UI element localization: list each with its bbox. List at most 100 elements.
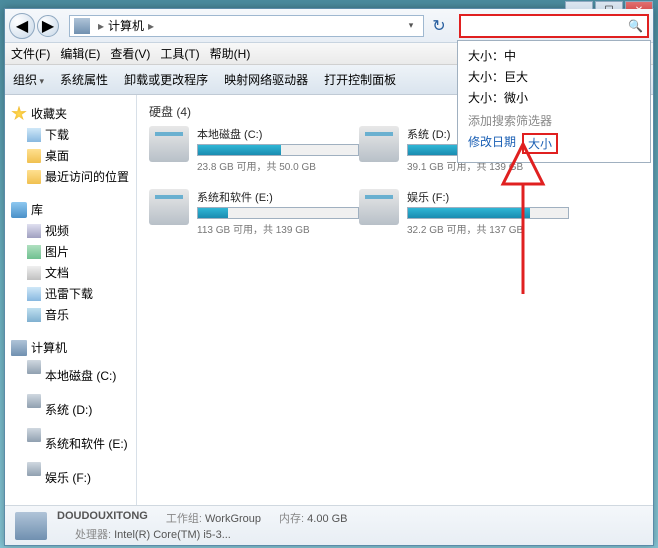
sidebar-item-drive-c[interactable]: 本地磁盘 (C:)	[5, 358, 136, 392]
filter-size[interactable]: 大小	[522, 133, 558, 154]
drive-icon	[149, 189, 189, 225]
sidebar-item-recent[interactable]: 最近访问的位置	[5, 166, 136, 187]
search-suggestion[interactable]: 大小：中	[458, 45, 650, 66]
address-dropdown-icon[interactable]: ▾	[403, 20, 419, 31]
search-filter-row: 修改日期 大小	[458, 131, 650, 158]
document-icon	[27, 266, 41, 280]
drive-name: 系统和软件 (E:)	[197, 189, 359, 205]
drive-usage-bar	[197, 207, 359, 219]
status-workgroup: WorkGroup	[205, 513, 261, 525]
search-input[interactable]	[465, 19, 628, 33]
computer-icon	[74, 18, 90, 34]
back-button[interactable]: ◀	[9, 13, 35, 39]
sidebar-item-xunlei[interactable]: 迅雷下载	[5, 283, 136, 304]
sidebar-item-label: 系统 (D:)	[45, 401, 92, 418]
drive-free-space: 32.2 GB 可用，共 137 GB	[407, 221, 569, 236]
sidebar-head-label: 库	[31, 201, 43, 218]
sidebar-item-label: 下载	[45, 126, 69, 143]
search-icon[interactable]: 🔍	[628, 19, 643, 33]
sidebar-item-drive-e[interactable]: 系统和软件 (E:)	[5, 426, 136, 460]
sidebar-item-music[interactable]: 音乐	[5, 304, 136, 325]
search-suggestion[interactable]: 大小：微小	[458, 87, 650, 108]
sidebar-item-desktop[interactable]: 桌面	[5, 145, 136, 166]
sidebar-item-drive-f[interactable]: 娱乐 (F:)	[5, 460, 136, 494]
drive-item[interactable]: 娱乐 (F:) 32.2 GB 可用，共 137 GB	[359, 189, 569, 236]
computer-icon	[11, 340, 27, 356]
organize-button[interactable]: 组织	[13, 71, 44, 88]
crumb-sep-icon: ▸	[98, 19, 104, 33]
explorer-window: — ☐ ✕ ◀ ▶ ▸ 计算机 ▸ ▾ ↻ 🔍 大小：中 大小：巨大 大小：微小…	[4, 8, 654, 546]
menu-tools[interactable]: 工具(T)	[160, 45, 199, 62]
sidebar-item-label: 最近访问的位置	[45, 168, 129, 185]
back-icon: ◀	[16, 16, 28, 36]
filter-date[interactable]: 修改日期	[468, 133, 516, 154]
forward-button[interactable]: ▶	[37, 15, 59, 37]
sidebar-computer-header[interactable]: 计算机	[5, 337, 136, 358]
sidebar-head-label: 计算机	[31, 339, 67, 356]
map-network-drive-button[interactable]: 映射网络驱动器	[224, 71, 308, 88]
menu-edit[interactable]: 编辑(E)	[60, 45, 100, 62]
details-pane: DOUDOUXITONG 工作组: WorkGroup 内存: 4.00 GB …	[5, 505, 653, 545]
drive-icon	[27, 360, 41, 374]
menu-help[interactable]: 帮助(H)	[210, 45, 251, 62]
navigation-pane: 收藏夹 下载 桌面 最近访问的位置 库 视频 图片 文档 迅雷下载 音乐 计算机…	[5, 95, 137, 505]
sidebar-head-label: 收藏夹	[31, 105, 67, 122]
status-memory: 4.00 GB	[307, 513, 347, 525]
drive-usage-bar	[197, 144, 359, 156]
drive-usage-bar	[407, 207, 569, 219]
recent-icon	[27, 170, 41, 184]
download-icon	[27, 287, 41, 301]
nav-bar: ◀ ▶ ▸ 计算机 ▸ ▾ ↻ 🔍 大小：中 大小：巨大 大小：微小 添加搜索筛…	[5, 9, 653, 43]
sidebar-item-label: 桌面	[45, 147, 69, 164]
sidebar-item-downloads[interactable]: 下载	[5, 124, 136, 145]
sidebar-libraries-header[interactable]: 库	[5, 199, 136, 220]
drive-item[interactable]: 系统和软件 (E:)113 GB 可用，共 139 GB	[149, 189, 359, 236]
search-filter-label: 添加搜索筛选器	[458, 108, 650, 131]
sidebar-item-label: 本地磁盘 (C:)	[45, 367, 116, 384]
music-icon	[27, 308, 41, 322]
computer-large-icon	[15, 512, 47, 540]
uninstall-button[interactable]: 卸载或更改程序	[124, 71, 208, 88]
video-icon	[27, 224, 41, 238]
star-icon	[11, 106, 27, 122]
status-key-cpu: 处理器:	[75, 529, 111, 541]
sidebar-item-drive-d[interactable]: 系统 (D:)	[5, 392, 136, 426]
drive-icon	[149, 126, 189, 162]
crumb-sep-icon: ▸	[148, 19, 154, 33]
address-bar[interactable]: ▸ 计算机 ▸ ▾	[69, 15, 424, 37]
menu-file[interactable]: 文件(F)	[11, 45, 50, 62]
drive-icon	[359, 189, 399, 225]
forward-icon: ▶	[42, 16, 54, 36]
drive-icon	[359, 126, 399, 162]
drive-icon	[27, 462, 41, 476]
breadcrumb-computer[interactable]: 计算机	[108, 17, 144, 34]
drive-name: 本地磁盘 (C:)	[197, 126, 359, 142]
search-suggestions-dropdown: 大小：中 大小：巨大 大小：微小 添加搜索筛选器 修改日期 大小	[457, 40, 651, 163]
picture-icon	[27, 245, 41, 259]
refresh-button[interactable]: ↻	[428, 15, 450, 37]
status-cpu: Intel(R) Core(TM) i5-3...	[114, 529, 231, 541]
sidebar-item-label: 视频	[45, 222, 69, 239]
menu-view[interactable]: 查看(V)	[110, 45, 150, 62]
status-key-workgroup: 工作组:	[166, 513, 202, 525]
drive-free-space: 23.8 GB 可用，共 50.0 GB	[197, 158, 359, 173]
drive-icon	[27, 428, 41, 442]
system-properties-button[interactable]: 系统属性	[60, 71, 108, 88]
sidebar-item-pictures[interactable]: 图片	[5, 241, 136, 262]
status-key-memory: 内存:	[279, 513, 304, 525]
control-panel-button[interactable]: 打开控制面板	[324, 71, 396, 88]
sidebar-item-label: 图片	[45, 243, 69, 260]
drive-name: 娱乐 (F:)	[407, 189, 569, 205]
download-icon	[27, 128, 41, 142]
sidebar-favorites-header[interactable]: 收藏夹	[5, 103, 136, 124]
library-icon	[11, 202, 27, 218]
sidebar-item-label: 文档	[45, 264, 69, 281]
sidebar-item-label: 音乐	[45, 306, 69, 323]
search-suggestion[interactable]: 大小：巨大	[458, 66, 650, 87]
sidebar-item-label: 娱乐 (F:)	[45, 469, 91, 486]
sidebar-item-documents[interactable]: 文档	[5, 262, 136, 283]
sidebar-item-label: 系统和软件 (E:)	[45, 435, 128, 452]
search-input-wrapper[interactable]: 🔍	[459, 14, 649, 38]
sidebar-item-videos[interactable]: 视频	[5, 220, 136, 241]
drive-item[interactable]: 本地磁盘 (C:) 23.8 GB 可用，共 50.0 GB	[149, 126, 359, 173]
